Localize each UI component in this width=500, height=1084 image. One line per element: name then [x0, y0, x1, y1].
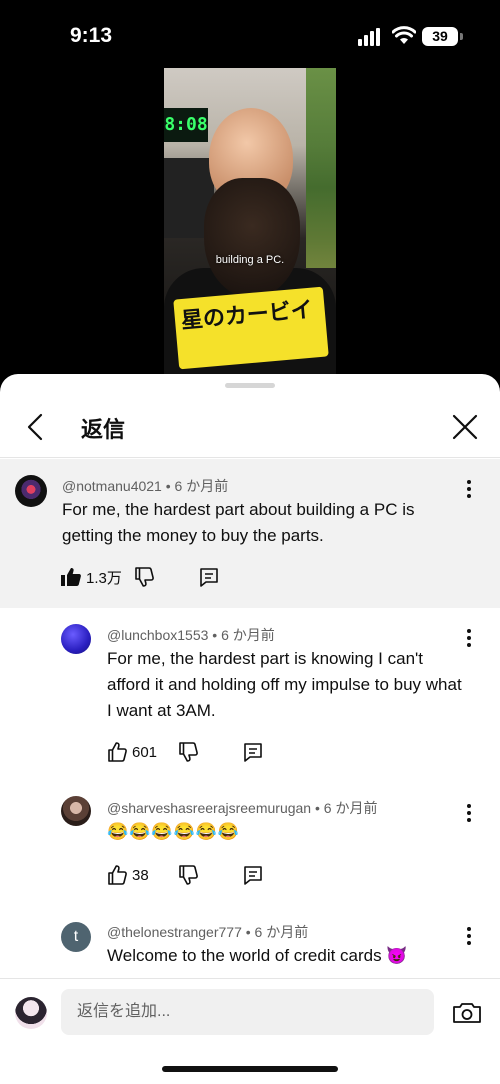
- meta-separator: •: [245, 924, 255, 940]
- comment-text: For me, the hardest part about building …: [62, 500, 415, 545]
- reply-comment-icon: [244, 866, 262, 885]
- reply-input-bar: [0, 978, 500, 1050]
- home-indicator[interactable]: [162, 1066, 338, 1072]
- more-options-icon[interactable]: [459, 803, 479, 823]
- thumbs-down-icon: [135, 567, 154, 587]
- author-avatar[interactable]: t: [61, 922, 91, 952]
- like-count: 601: [132, 743, 158, 761]
- dislike-button[interactable]: [134, 564, 156, 590]
- camera-icon[interactable]: [452, 1001, 482, 1025]
- video-shirt-print: 星のカービイ: [173, 286, 329, 370]
- author-avatar[interactable]: [61, 624, 91, 654]
- cellular-signal-icon: [358, 28, 380, 46]
- replies-sheet: 返信 @notmanu4021 • 6 か月前 For me, the hard…: [0, 374, 500, 1084]
- comment-meta: @lunchbox1553 • 6 か月前: [107, 625, 275, 645]
- reply-button[interactable]: [242, 862, 264, 888]
- sheet-grabber[interactable]: [225, 383, 275, 388]
- reply-comment: @lunchbox1553 • 6 か月前 For me, the hardes…: [0, 608, 500, 776]
- author-avatar[interactable]: [15, 475, 47, 507]
- video-player[interactable]: 8:08 星のカービイ building a PC.: [164, 68, 336, 378]
- avatar-letter: t: [73, 928, 79, 945]
- comment-actions: 38: [106, 862, 276, 888]
- thumbs-up-icon: [108, 742, 127, 762]
- meta-separator: •: [165, 478, 175, 494]
- reply-button[interactable]: [198, 564, 220, 590]
- comment-age: 6 か月前: [174, 478, 229, 494]
- dislike-button[interactable]: [178, 862, 200, 888]
- meta-separator: •: [314, 800, 324, 816]
- battery-indicator: 39: [422, 27, 463, 46]
- comment-actions: 601: [106, 739, 276, 765]
- comment-meta: @sharveshasreerajsreemurugan • 6 か月前: [107, 798, 377, 818]
- sheet-title: 返信: [81, 418, 126, 443]
- reply-comment-icon: [244, 743, 262, 762]
- comment-meta: @notmanu4021 • 6 か月前: [62, 476, 228, 496]
- author-avatar[interactable]: [61, 796, 91, 826]
- thumbs-up-icon: [108, 865, 127, 885]
- like-button[interactable]: 601: [106, 739, 157, 765]
- like-count: 1.3万: [86, 569, 122, 587]
- thumbs-down-icon: [179, 742, 198, 762]
- reply-input[interactable]: [61, 989, 434, 1035]
- reply-comment: t @thelonestranger777 • 6 か月前 Welcome to…: [0, 910, 500, 978]
- comment-actions: 1.3万: [60, 564, 240, 590]
- current-user-avatar: [15, 997, 47, 1029]
- comment-author[interactable]: @notmanu4021: [62, 478, 162, 494]
- like-button[interactable]: 1.3万: [60, 564, 122, 590]
- meta-separator: •: [212, 627, 222, 643]
- comment-age: 6 か月前: [323, 800, 378, 816]
- like-button[interactable]: 38: [106, 862, 149, 888]
- video-beard: [204, 178, 300, 298]
- comment-author[interactable]: @sharveshasreerajsreemurugan: [107, 800, 311, 816]
- sheet-header: 返信: [0, 396, 500, 458]
- more-options-icon[interactable]: [459, 628, 479, 648]
- thumbs-down-icon: [179, 865, 198, 885]
- video-plant: [306, 68, 336, 268]
- comment-author[interactable]: @lunchbox1553: [107, 627, 208, 643]
- more-options-icon[interactable]: [459, 479, 479, 499]
- close-icon[interactable]: [448, 410, 482, 444]
- like-count: 38: [132, 866, 149, 884]
- comment-age: 6 か月前: [221, 627, 275, 643]
- video-caption: building a PC.: [215, 254, 285, 266]
- comment-text: 😂😂😂😂😂😂: [107, 822, 241, 841]
- comment-text: For me, the hardest part is knowing I ca…: [107, 649, 462, 720]
- parent-comment: @notmanu4021 • 6 か月前 For me, the hardest…: [0, 459, 500, 608]
- reply-comment: @sharveshasreerajsreemurugan • 6 か月前 😂😂😂…: [0, 786, 500, 898]
- back-chevron-icon[interactable]: [20, 410, 52, 444]
- thumbs-up-filled-icon: [61, 568, 81, 586]
- wifi-icon: [392, 26, 416, 44]
- status-time: 9:13: [70, 24, 113, 47]
- reply-button[interactable]: [242, 739, 264, 765]
- video-clock: 8:08: [164, 108, 208, 142]
- comment-author[interactable]: @thelonestranger777: [107, 924, 242, 940]
- comment-text: Welcome to the world of credit cards 😈: [107, 946, 408, 965]
- status-bar: 9:13 39: [0, 0, 500, 70]
- reply-comment-icon: [200, 568, 218, 587]
- dislike-button[interactable]: [178, 739, 200, 765]
- comment-age: 6 か月前: [254, 924, 309, 940]
- more-options-icon[interactable]: [459, 926, 479, 946]
- comment-meta: @thelonestranger777 • 6 か月前: [107, 922, 308, 942]
